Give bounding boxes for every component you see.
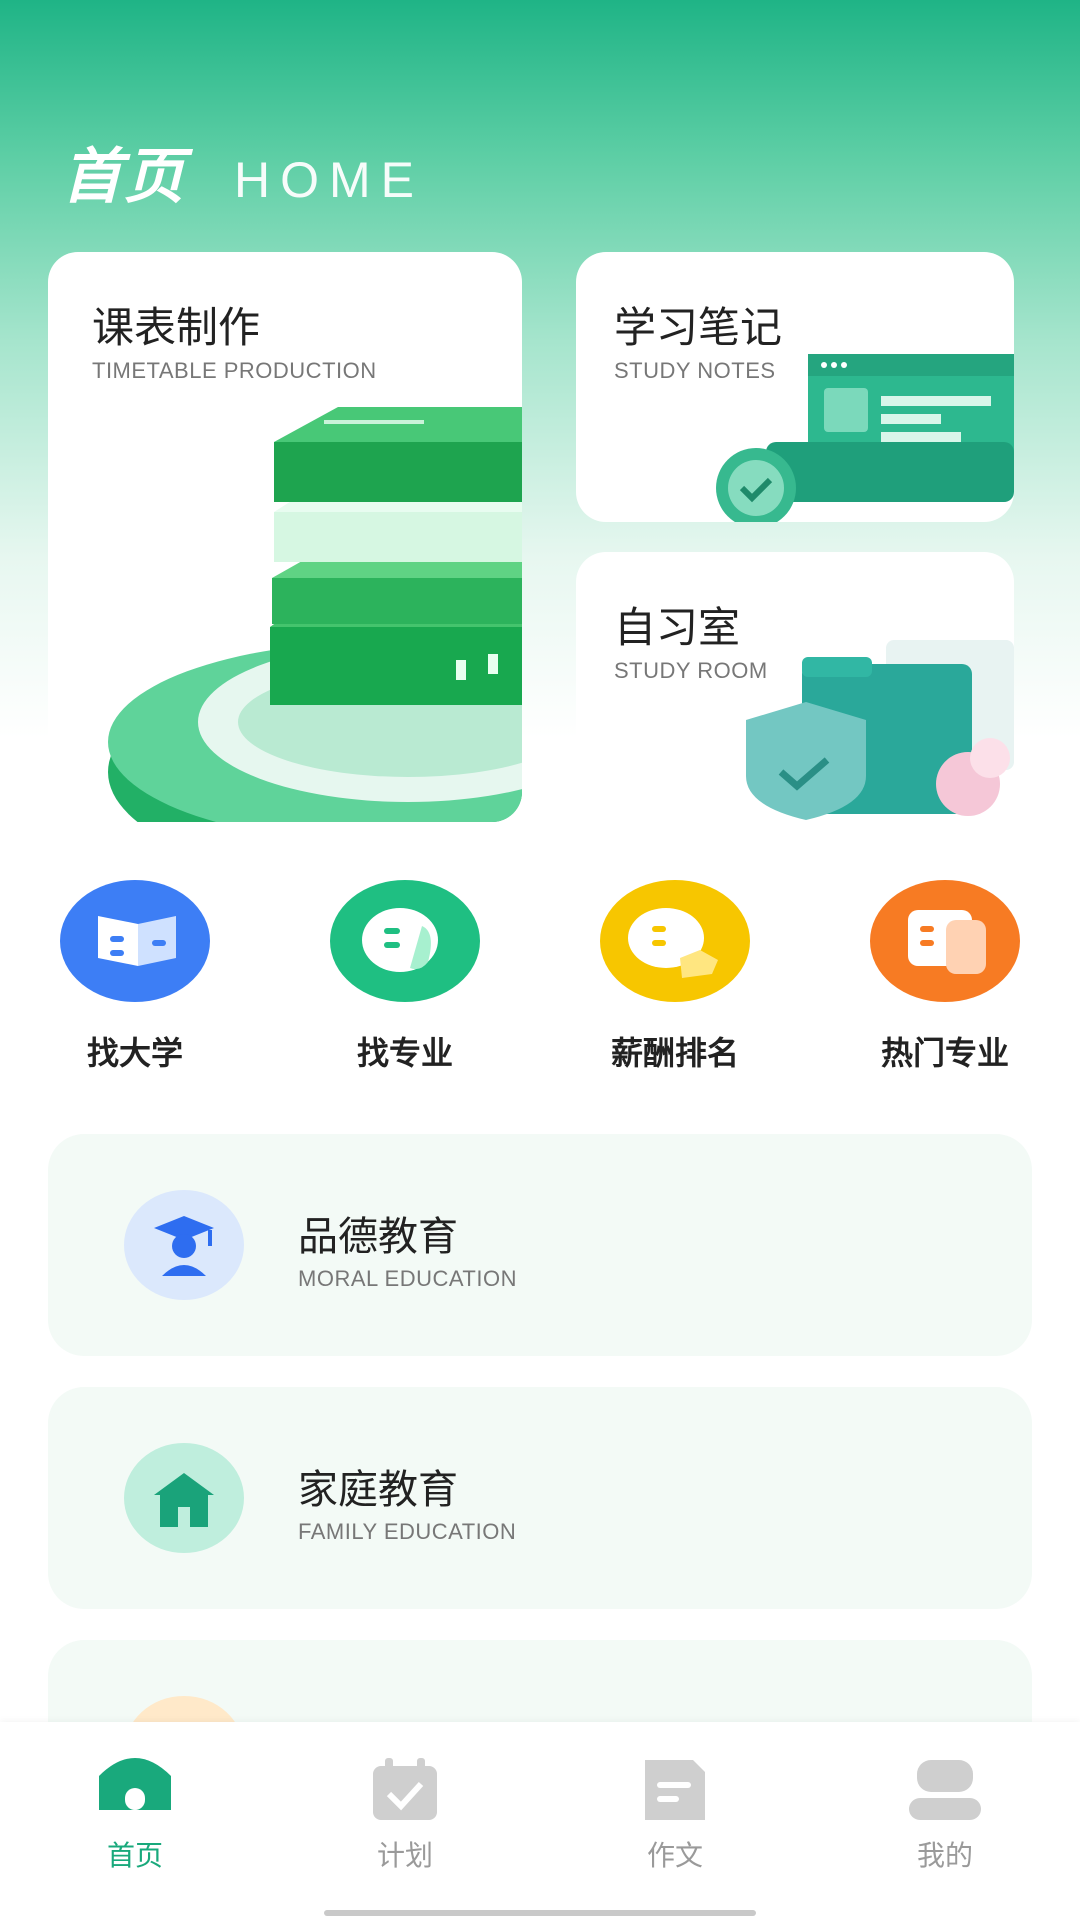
tab-label: 计划 (376, 1839, 433, 1872)
study-notes-card[interactable]: 学习笔记 STUDY NOTES (576, 252, 1014, 522)
home-house-icon (124, 1443, 244, 1553)
shortcut-find-major[interactable]: 找专业 (305, 880, 505, 1074)
plan-calendar-icon (373, 1758, 437, 1820)
tab-plan[interactable]: 计划 (305, 1722, 505, 1872)
page-header: 首页 HOME (62, 128, 424, 212)
shortcut-row: 找大学 找专业 薪酬排名 热门专业 (0, 880, 1080, 1080)
list-title: 家庭教育 (298, 1467, 458, 1513)
tab-me[interactable]: 我的 (845, 1722, 1045, 1872)
shortcut-find-university[interactable]: 找大学 (35, 880, 235, 1074)
study-room-folder-illustration (746, 640, 1014, 820)
moral-education-card[interactable]: 品德教育 MORAL EDUCATION (48, 1134, 1032, 1356)
home-indicator (324, 1910, 756, 1916)
graduate-icon (124, 1190, 244, 1300)
page-title-english: HOME (234, 152, 424, 208)
study-room-card[interactable]: 自习室 STUDY ROOM (576, 552, 1014, 822)
home-tab-icon (99, 1758, 171, 1810)
shortcut-hot-majors[interactable]: 热门专业 (845, 880, 1045, 1074)
tab-essay[interactable]: 作文 (575, 1722, 775, 1872)
tab-label: 作文 (646, 1839, 703, 1872)
salary-chat-icon (600, 880, 750, 1002)
family-education-card[interactable]: 家庭教育 FAMILY EDUCATION (48, 1387, 1032, 1609)
page-title: 首页 (62, 142, 186, 212)
shortcut-label: 找专业 (356, 1034, 453, 1072)
list-subtitle: MORAL EDUCATION (298, 1266, 517, 1291)
profile-icon (909, 1760, 981, 1820)
major-chat-icon (330, 880, 480, 1002)
shortcut-label: 热门专业 (880, 1034, 1009, 1072)
list-subtitle: FAMILY EDUCATION (298, 1519, 517, 1544)
tab-home[interactable]: 首页 (35, 1722, 235, 1872)
shortcut-label: 找大学 (86, 1034, 183, 1072)
list-title: 品德教育 (298, 1214, 458, 1260)
university-icon (60, 880, 210, 1002)
shortcut-salary-ranking[interactable]: 薪酬排名 (575, 880, 775, 1074)
bottom-tab-bar: 首页 计划 作文 我的 (0, 1722, 1080, 1920)
hot-major-icon (870, 880, 1020, 1002)
timetable-card[interactable]: 课表制作 TIMETABLE PRODUCTION (48, 252, 522, 822)
essay-doc-icon (645, 1760, 705, 1820)
tab-label: 我的 (916, 1839, 973, 1872)
timetable-stack-illustration (108, 407, 522, 822)
notes-window-illustration (716, 354, 1014, 522)
shortcut-label: 薪酬排名 (610, 1034, 739, 1072)
tab-label: 首页 (106, 1839, 163, 1872)
